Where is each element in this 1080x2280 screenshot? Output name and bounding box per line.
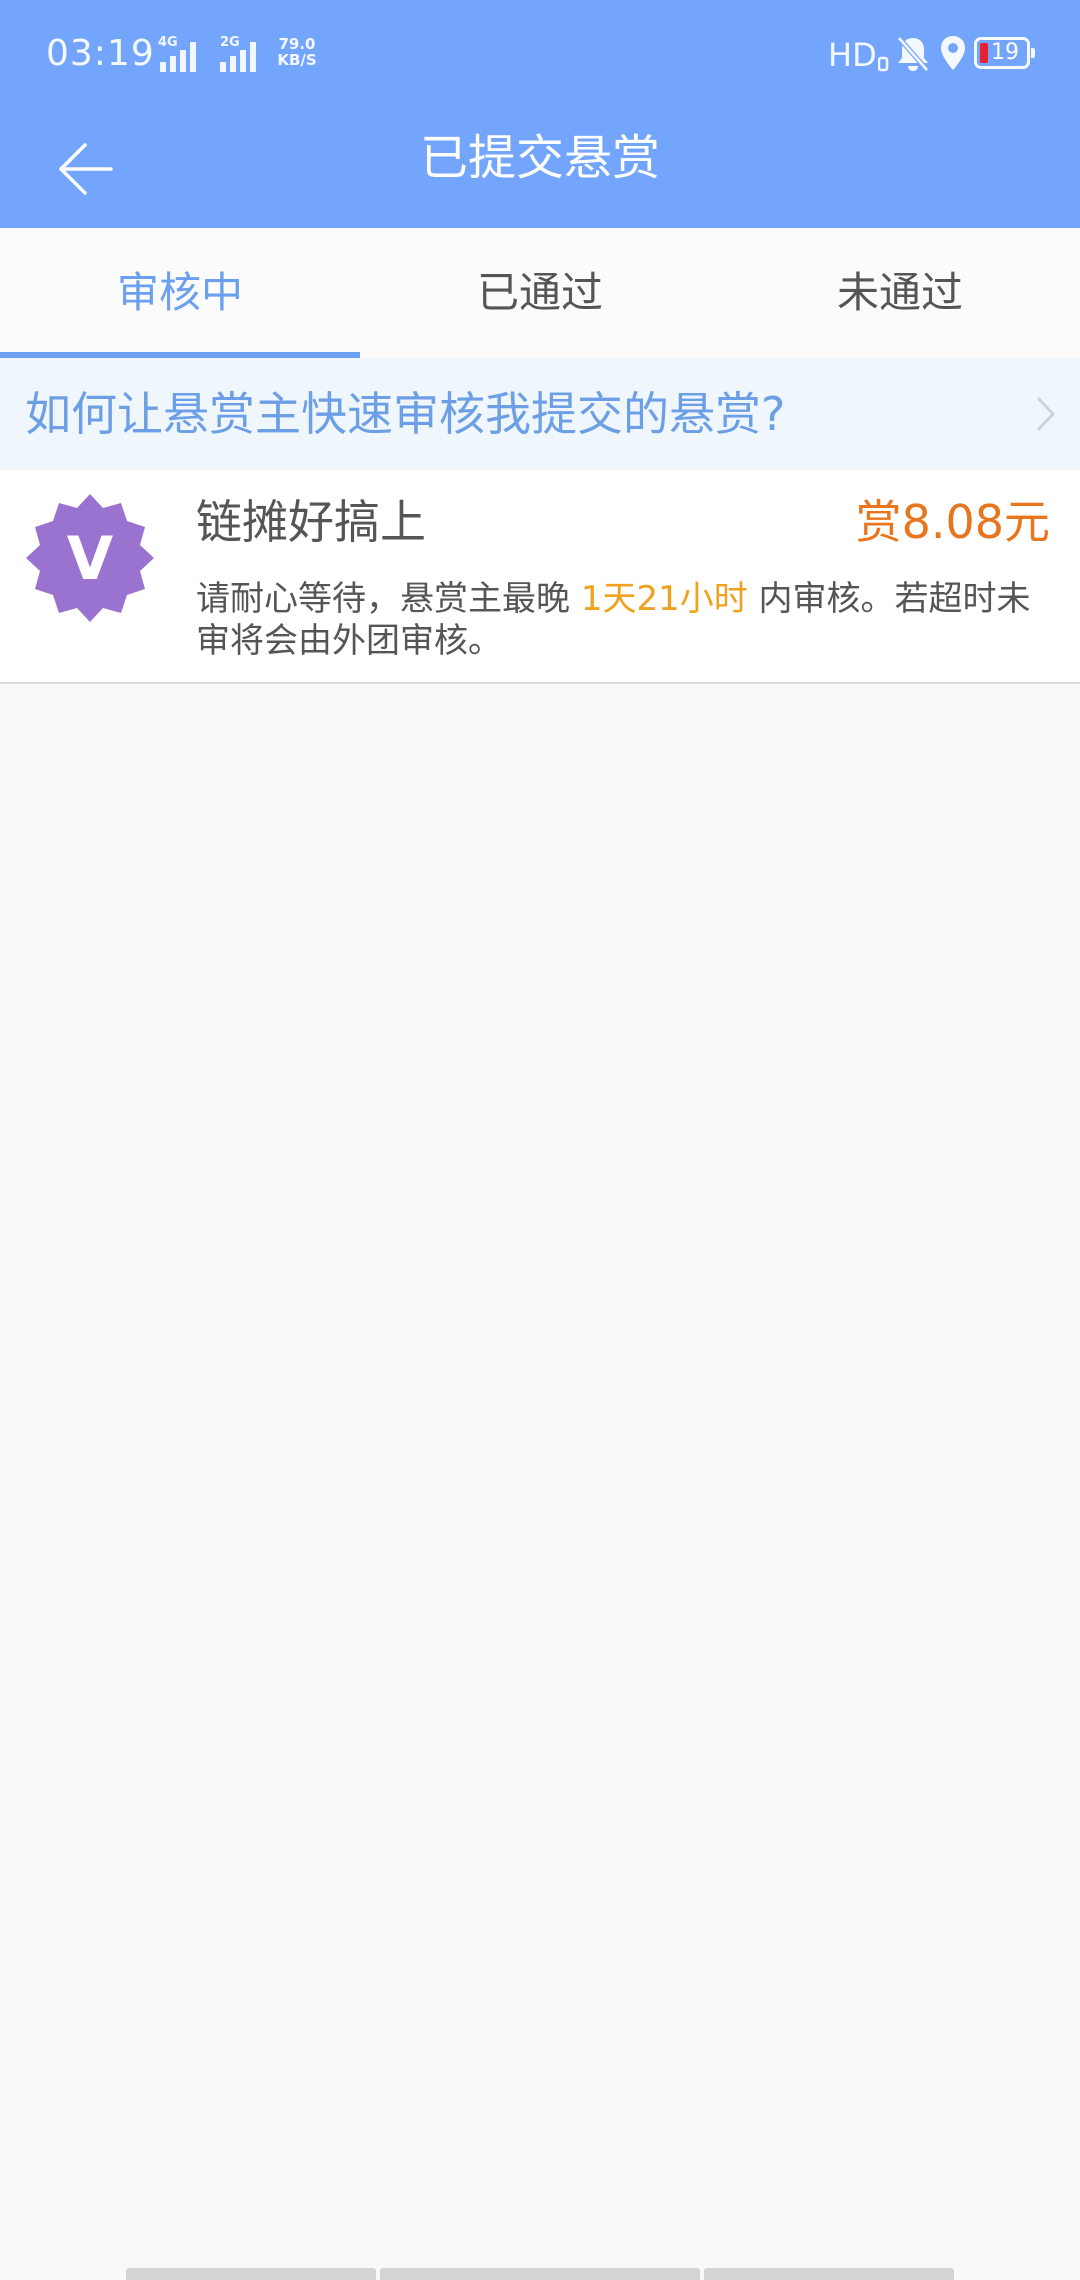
tab-bar: 审核中 已通过 未通过	[0, 228, 1080, 358]
network-type-label-2: 2G	[220, 35, 240, 50]
network-speed-value: 79.0	[278, 35, 316, 53]
task-reward: 赏8.08元	[855, 495, 1050, 549]
tab-approved[interactable]: 已通过	[360, 228, 720, 358]
battery-level	[980, 43, 988, 63]
network-type-label: 4G	[158, 35, 178, 50]
toolbar: 已提交悬赏	[0, 110, 1080, 228]
arrow-left-icon	[59, 143, 113, 195]
list-item[interactable]: V 链摊好搞上 赏8.08元 请耐心等待，悬赏主最晚 1天21小时 内审核。若超…	[0, 470, 1080, 684]
app-screen: 03:19 4G 2G 79.0 KB/S HD 19 已提交悬赏 审核中 已通…	[0, 0, 1080, 2280]
task-title: 链摊好搞上	[196, 495, 426, 549]
task-description: 请耐心等待，悬赏主最晚 1天21小时 内审核。若超时未审将会由外团审核。	[196, 578, 1046, 662]
network-speed-unit: KB/S	[277, 51, 317, 69]
bottom-nav-bar	[0, 2268, 1080, 2280]
bottom-nav-segment[interactable]	[704, 2268, 954, 2280]
tab-rejected[interactable]: 未通过	[720, 228, 1080, 358]
battery-icon: 19	[974, 37, 1035, 69]
help-text: 如何让悬赏主快速审核我提交的悬赏?	[25, 387, 786, 441]
network-speed: 79.0 KB/S	[272, 36, 322, 68]
location-icon	[941, 36, 965, 70]
status-time: 03:19	[46, 33, 155, 74]
page-title: 已提交悬赏	[419, 130, 660, 186]
hd-signal-icon	[878, 56, 889, 72]
mute-bell-icon	[897, 36, 929, 72]
hd-indicator: HD	[828, 36, 877, 74]
tab-reviewing[interactable]: 审核中	[0, 228, 360, 358]
task-desc-prefix: 请耐心等待，悬赏主最晚	[196, 579, 581, 619]
task-deadline: 1天21小时	[580, 579, 748, 619]
back-button[interactable]	[40, 124, 130, 214]
help-banner[interactable]: 如何让悬赏主快速审核我提交的悬赏?	[0, 358, 1080, 470]
avatar-letter: V	[67, 524, 114, 594]
bottom-nav-segment[interactable]	[126, 2268, 376, 2280]
signal-2g-icon: 2G	[218, 36, 274, 72]
chevron-right-icon	[1037, 397, 1055, 431]
signal-4g-icon: 4G	[148, 36, 218, 72]
header: 03:19 4G 2G 79.0 KB/S HD 19 已提交悬赏	[0, 0, 1080, 228]
battery-text: 19	[991, 40, 1019, 65]
status-bar: 03:19 4G 2G 79.0 KB/S HD 19	[0, 0, 1080, 110]
bottom-nav-segment[interactable]	[380, 2268, 700, 2280]
avatar: V	[26, 494, 154, 622]
